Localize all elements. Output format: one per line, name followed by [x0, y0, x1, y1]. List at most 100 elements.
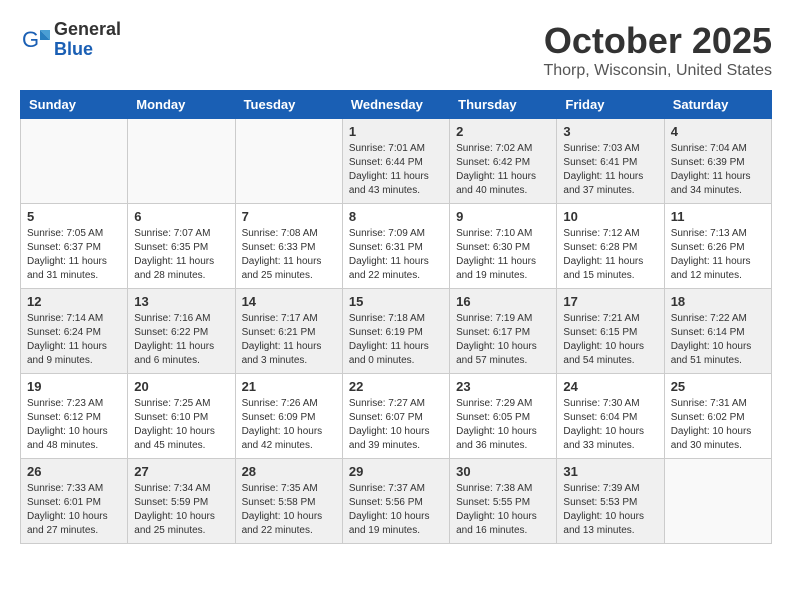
day-number: 16 [456, 294, 550, 309]
calendar-cell: 6 Sunrise: 7:07 AM Sunset: 6:35 PM Daylig… [128, 204, 235, 289]
day-number: 26 [27, 464, 121, 479]
week-row-2: 5Sunrise: 7:05 AM Sunset: 6:37 PM Daylig… [21, 204, 772, 289]
calendar-cell: 25Sunrise: 7:31 AM Sunset: 6:02 PM Dayli… [664, 374, 771, 459]
day-number: 14 [242, 294, 336, 309]
week-row-1: 1 Sunrise: 7:01 AM Sunset: 6:44 PM Daylig… [21, 119, 772, 204]
day-number: 7 [242, 209, 336, 224]
calendar-cell: 7Sunrise: 7:08 AM Sunset: 6:33 PM Daylig… [235, 204, 342, 289]
day-number: 29 [349, 464, 443, 479]
calendar-cell: 5Sunrise: 7:05 AM Sunset: 6:37 PM Daylig… [21, 204, 128, 289]
day-info: Sunrise: 7:23 AM Sunset: 6:12 PM Dayligh… [27, 397, 121, 453]
day-info: Sunrise: 7:33 AM Sunset: 6:01 PM Dayligh… [27, 482, 121, 538]
calendar-cell [664, 459, 771, 544]
logo-text: General Blue [54, 20, 121, 60]
day-number: 23 [456, 379, 550, 394]
calendar-cell: 23 Sunrise: 7:29 AM Sunset: 6:05 PM Dayli… [450, 374, 557, 459]
weekday-header-friday: Friday [557, 91, 664, 119]
day-info: Sunrise: 7:04 AM Sunset: 6:39 PM Dayligh… [671, 142, 765, 198]
day-info: Sunrise: 7:34 AM Sunset: 5:59 PM Dayligh… [134, 482, 228, 538]
calendar-cell: 26 Sunrise: 7:33 AM Sunset: 6:01 PM Dayli… [21, 459, 128, 544]
day-info: Sunrise: 7:26 AM Sunset: 6:09 PM Dayligh… [242, 397, 336, 453]
calendar-cell: 12Sunrise: 7:14 AM Sunset: 6:24 PM Dayli… [21, 289, 128, 374]
day-info: Sunrise: 7:12 AM Sunset: 6:28 PM Dayligh… [563, 227, 657, 283]
day-info: Sunrise: 7:29 AM Sunset: 6:05 PM Dayligh… [456, 397, 550, 453]
day-number: 19 [27, 379, 121, 394]
day-number: 24 [563, 379, 657, 394]
calendar-cell: 2 Sunrise: 7:02 AM Sunset: 6:42 PM Daylig… [450, 119, 557, 204]
day-number: 11 [671, 209, 765, 224]
calendar-cell: 24 Sunrise: 7:30 AM Sunset: 6:04 PM Dayli… [557, 374, 664, 459]
calendar-cell [21, 119, 128, 204]
day-info: Sunrise: 7:27 AM Sunset: 6:07 PM Dayligh… [349, 397, 443, 453]
day-info: Sunrise: 7:16 AM Sunset: 6:22 PM Dayligh… [134, 312, 228, 368]
calendar-body: 1 Sunrise: 7:01 AM Sunset: 6:44 PM Daylig… [21, 119, 772, 544]
location: Thorp, Wisconsin, United States [543, 62, 772, 80]
day-number: 31 [563, 464, 657, 479]
week-row-5: 26 Sunrise: 7:33 AM Sunset: 6:01 PM Dayli… [21, 459, 772, 544]
day-info: Sunrise: 7:13 AM Sunset: 6:26 PM Dayligh… [671, 227, 765, 283]
calendar-cell: 22 Sunrise: 7:27 AM Sunset: 6:07 PM Dayli… [342, 374, 449, 459]
calendar-cell: 11 Sunrise: 7:13 AM Sunset: 6:26 PM Dayli… [664, 204, 771, 289]
day-number: 9 [456, 209, 550, 224]
calendar-cell: 8Sunrise: 7:09 AM Sunset: 6:31 PM Daylig… [342, 204, 449, 289]
calendar-cell: 16 Sunrise: 7:19 AM Sunset: 6:17 PM Dayli… [450, 289, 557, 374]
logo: G General Blue [20, 20, 121, 60]
day-number: 12 [27, 294, 121, 309]
day-number: 22 [349, 379, 443, 394]
weekday-header-sunday: Sunday [21, 91, 128, 119]
title-section: October 2025 Thorp, Wisconsin, United St… [543, 20, 772, 80]
calendar-cell: 27Sunrise: 7:34 AM Sunset: 5:59 PM Dayli… [128, 459, 235, 544]
day-info: Sunrise: 7:01 AM Sunset: 6:44 PM Dayligh… [349, 142, 443, 198]
day-number: 6 [134, 209, 228, 224]
day-number: 3 [563, 124, 657, 139]
weekday-header-row: SundayMondayTuesdayWednesdayThursdayFrid… [21, 91, 772, 119]
calendar-cell: 17Sunrise: 7:21 AM Sunset: 6:15 PM Dayli… [557, 289, 664, 374]
calendar-cell: 21 Sunrise: 7:26 AM Sunset: 6:09 PM Dayli… [235, 374, 342, 459]
day-info: Sunrise: 7:18 AM Sunset: 6:19 PM Dayligh… [349, 312, 443, 368]
calendar-cell [128, 119, 235, 204]
calendar-cell: 1 Sunrise: 7:01 AM Sunset: 6:44 PM Daylig… [342, 119, 449, 204]
day-info: Sunrise: 7:19 AM Sunset: 6:17 PM Dayligh… [456, 312, 550, 368]
day-info: Sunrise: 7:10 AM Sunset: 6:30 PM Dayligh… [456, 227, 550, 283]
day-info: Sunrise: 7:17 AM Sunset: 6:21 PM Dayligh… [242, 312, 336, 368]
day-number: 28 [242, 464, 336, 479]
calendar-cell: 10 Sunrise: 7:12 AM Sunset: 6:28 PM Dayli… [557, 204, 664, 289]
day-info: Sunrise: 7:30 AM Sunset: 6:04 PM Dayligh… [563, 397, 657, 453]
day-number: 1 [349, 124, 443, 139]
day-info: Sunrise: 7:38 AM Sunset: 5:55 PM Dayligh… [456, 482, 550, 538]
calendar-cell: 18 Sunrise: 7:22 AM Sunset: 6:14 PM Dayli… [664, 289, 771, 374]
svg-text:G: G [22, 27, 39, 52]
logo-general: General [54, 20, 121, 40]
weekday-header-tuesday: Tuesday [235, 91, 342, 119]
weekday-header-saturday: Saturday [664, 91, 771, 119]
day-number: 2 [456, 124, 550, 139]
calendar-cell: 3 Sunrise: 7:03 AM Sunset: 6:41 PM Daylig… [557, 119, 664, 204]
calendar-cell [235, 119, 342, 204]
calendar-cell: 4Sunrise: 7:04 AM Sunset: 6:39 PM Daylig… [664, 119, 771, 204]
day-info: Sunrise: 7:02 AM Sunset: 6:42 PM Dayligh… [456, 142, 550, 198]
day-number: 5 [27, 209, 121, 224]
day-info: Sunrise: 7:03 AM Sunset: 6:41 PM Dayligh… [563, 142, 657, 198]
day-number: 15 [349, 294, 443, 309]
calendar-cell: 13Sunrise: 7:16 AM Sunset: 6:22 PM Dayli… [128, 289, 235, 374]
day-info: Sunrise: 7:39 AM Sunset: 5:53 PM Dayligh… [563, 482, 657, 538]
day-info: Sunrise: 7:22 AM Sunset: 6:14 PM Dayligh… [671, 312, 765, 368]
day-number: 25 [671, 379, 765, 394]
day-number: 30 [456, 464, 550, 479]
day-number: 18 [671, 294, 765, 309]
calendar-cell: 15 Sunrise: 7:18 AM Sunset: 6:19 PM Dayli… [342, 289, 449, 374]
page-header: G General Blue October 2025 Thorp, Wisco… [20, 20, 772, 80]
day-info: Sunrise: 7:07 AM Sunset: 6:35 PM Dayligh… [134, 227, 228, 283]
day-info: Sunrise: 7:25 AM Sunset: 6:10 PM Dayligh… [134, 397, 228, 453]
day-number: 17 [563, 294, 657, 309]
day-number: 10 [563, 209, 657, 224]
calendar-cell: 19 Sunrise: 7:23 AM Sunset: 6:12 PM Dayli… [21, 374, 128, 459]
day-number: 20 [134, 379, 228, 394]
logo-blue: Blue [54, 40, 121, 60]
week-row-4: 19 Sunrise: 7:23 AM Sunset: 6:12 PM Dayli… [21, 374, 772, 459]
calendar-cell: 29Sunrise: 7:37 AM Sunset: 5:56 PM Dayli… [342, 459, 449, 544]
calendar-cell: 9 Sunrise: 7:10 AM Sunset: 6:30 PM Daylig… [450, 204, 557, 289]
day-number: 21 [242, 379, 336, 394]
weekday-header-wednesday: Wednesday [342, 91, 449, 119]
week-row-3: 12Sunrise: 7:14 AM Sunset: 6:24 PM Dayli… [21, 289, 772, 374]
